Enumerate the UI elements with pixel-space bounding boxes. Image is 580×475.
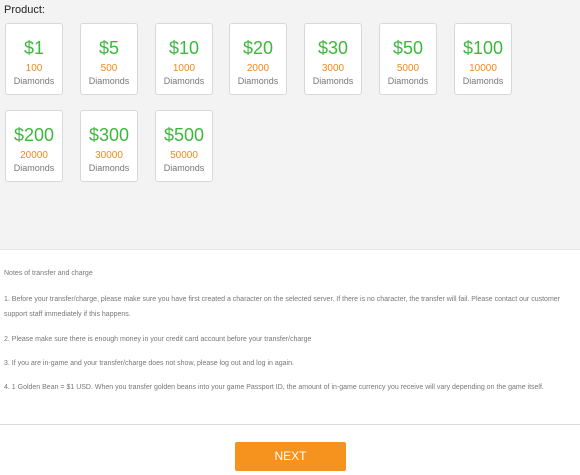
product-card-50[interactable]: $50 5000 Diamonds xyxy=(379,23,437,95)
product-price: $50 xyxy=(392,38,424,58)
product-card-1[interactable]: $1 100 Diamonds xyxy=(5,23,63,95)
product-card-10[interactable]: $10 1000 Diamonds xyxy=(155,23,213,95)
product-amount: 20000 xyxy=(20,150,48,161)
product-unit: Diamonds xyxy=(462,76,504,86)
product-unit: Diamonds xyxy=(13,163,55,173)
product-amount: 3000 xyxy=(321,63,345,74)
product-price: $30 xyxy=(317,38,349,58)
product-price: $100 xyxy=(462,38,504,58)
product-card-500[interactable]: $500 50000 Diamonds xyxy=(155,110,213,182)
product-label: Product: xyxy=(4,4,45,16)
product-price: $5 xyxy=(98,38,120,58)
notes-title: Notes of transfer and charge xyxy=(4,270,93,277)
product-card-300[interactable]: $300 30000 Diamonds xyxy=(80,110,138,182)
product-card-100[interactable]: $100 10000 Diamonds xyxy=(454,23,512,95)
product-amount: 5000 xyxy=(396,63,420,74)
product-price: $10 xyxy=(168,38,200,58)
product-amount: 10000 xyxy=(469,63,497,74)
notes-section: Notes of transfer and charge 1. Before y… xyxy=(0,249,580,424)
note-item: 3. If you are in-game and your transfer/… xyxy=(4,360,294,367)
product-unit: Diamonds xyxy=(13,76,55,86)
product-price: $500 xyxy=(163,125,205,145)
product-unit: Diamonds xyxy=(163,76,205,86)
product-unit: Diamonds xyxy=(237,76,279,86)
product-price: $20 xyxy=(242,38,274,58)
product-amount: 1000 xyxy=(172,63,196,74)
note-item: 1. Before your transfer/charge, please m… xyxy=(4,296,560,318)
product-unit: Diamonds xyxy=(88,76,130,86)
note-item: 4. 1 Golden Bean = $1 USD. When you tran… xyxy=(4,384,544,391)
product-card-30[interactable]: $30 3000 Diamonds xyxy=(304,23,362,95)
product-unit: Diamonds xyxy=(163,163,205,173)
product-amount: 100 xyxy=(25,63,43,74)
product-price: $200 xyxy=(13,125,55,145)
product-price: $300 xyxy=(88,125,130,145)
product-unit: Diamonds xyxy=(387,76,429,86)
product-amount: 2000 xyxy=(246,63,270,74)
product-unit: Diamonds xyxy=(312,76,354,86)
next-button[interactable]: NEXT xyxy=(235,442,346,471)
product-card-20[interactable]: $20 2000 Diamonds xyxy=(229,23,287,95)
product-section: Product: $1 100 Diamonds $5 500 Diamonds… xyxy=(0,0,580,249)
product-unit: Diamonds xyxy=(88,163,130,173)
product-card-5[interactable]: $5 500 Diamonds xyxy=(80,23,138,95)
product-amount: 30000 xyxy=(95,150,123,161)
footer-divider xyxy=(0,424,580,425)
note-item: 2. Please make sure there is enough mone… xyxy=(4,336,312,343)
product-amount: 50000 xyxy=(170,150,198,161)
product-amount: 500 xyxy=(100,63,118,74)
product-card-200[interactable]: $200 20000 Diamonds xyxy=(5,110,63,182)
product-price: $1 xyxy=(23,38,45,58)
